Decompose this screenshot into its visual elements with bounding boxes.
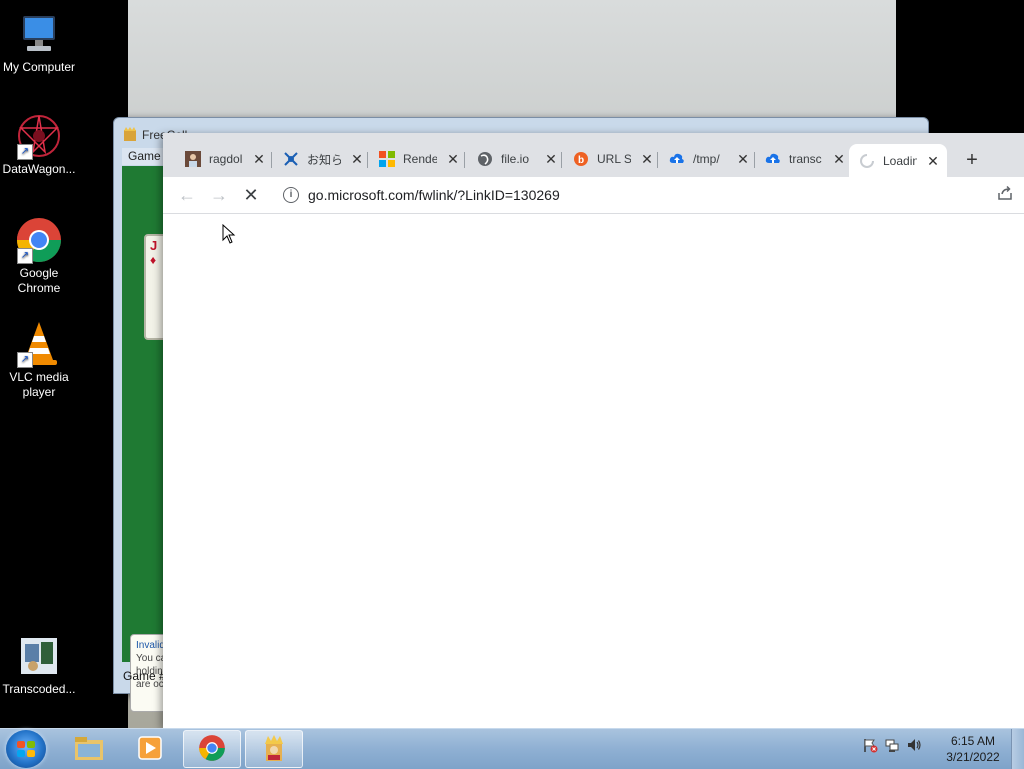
url-text[interactable]: go.microsoft.com/fwlink/?LinkID=130269: [308, 187, 560, 203]
desktop-icon-transcoded[interactable]: Transcoded...: [0, 632, 81, 697]
desktop-icon-datawagon[interactable]: ↗ DataWagon...: [0, 112, 81, 177]
vlc-cone-icon: ↗: [15, 320, 63, 368]
close-icon[interactable]: ✕: [735, 151, 751, 167]
clock-date: 3/21/2022: [946, 750, 1000, 764]
freecell-king-icon: [122, 126, 138, 142]
tab-loading-active[interactable]: Loading ✕: [849, 144, 947, 177]
share-icon[interactable]: [995, 185, 1015, 205]
tab-label: Render: [403, 152, 437, 166]
tab-tmp[interactable]: /tmp/ ✕: [659, 144, 751, 174]
tab-label: Loading: [883, 153, 917, 168]
tab-label: transc: [789, 152, 822, 166]
taskbar-explorer-button[interactable]: [60, 730, 118, 768]
shortcut-arrow-icon: ↗: [17, 248, 33, 264]
tab-strip: ragdoll ✕ お知らせ ✕ Render ✕ file.io ✕ b UR…: [163, 133, 1024, 177]
media-player-icon: [136, 734, 164, 765]
tab-label: お知らせ: [307, 152, 341, 167]
desktop-icon-label: Google Chrome: [17, 266, 61, 295]
browser-toolbar: ← → ✕ i go.microsoft.com/fwlink/?LinkID=…: [163, 177, 1024, 214]
close-icon[interactable]: ✕: [251, 151, 267, 167]
tab-oshirase[interactable]: お知らせ ✕: [273, 144, 365, 174]
datawagon-icon: ↗: [15, 112, 63, 160]
address-bar[interactable]: i go.microsoft.com/fwlink/?LinkID=130269: [275, 181, 1015, 209]
close-icon[interactable]: ✕: [831, 151, 847, 167]
desktop-icon-my-computer[interactable]: My Computer: [0, 10, 81, 75]
close-icon[interactable]: ✕: [543, 151, 559, 167]
cloud-upload-icon: [765, 151, 781, 167]
taskbar-chrome-button[interactable]: [183, 730, 241, 768]
stop-loading-icon[interactable]: ✕: [237, 181, 265, 209]
desktop-icon-label: Transcoded...: [2, 682, 76, 696]
tab-ragdoll[interactable]: ragdoll ✕: [175, 144, 267, 174]
forward-arrow-icon[interactable]: →: [205, 181, 233, 209]
taskbar: 6:15 AM 3/21/2022: [0, 728, 1024, 769]
computer-icon: [15, 10, 63, 58]
new-tab-button[interactable]: +: [958, 146, 986, 174]
shortcut-arrow-icon: ↗: [17, 144, 33, 160]
chrome-icon: [198, 734, 226, 765]
desktop-icon-label: VLC media player: [9, 370, 69, 399]
back-arrow-icon[interactable]: ←: [173, 181, 201, 209]
tab-render[interactable]: Render ✕: [369, 144, 461, 174]
loading-spinner-icon: [859, 153, 875, 169]
start-button[interactable]: [6, 730, 46, 768]
close-icon[interactable]: ✕: [349, 151, 365, 167]
page-content-blank: [163, 214, 1024, 728]
taskbar-clock[interactable]: 6:15 AM 3/21/2022: [940, 733, 1006, 765]
show-desktop-button[interactable]: [1011, 729, 1024, 769]
tab-url-shortener[interactable]: b URL S ✕: [563, 144, 655, 174]
tab-label: /tmp/: [693, 152, 720, 166]
volume-icon[interactable]: [906, 737, 922, 753]
tab-divider: [271, 152, 272, 168]
desktop-icon-google-chrome[interactable]: ↗ Google Chrome: [0, 216, 81, 296]
close-icon[interactable]: ✕: [639, 151, 655, 167]
freecell-king-icon: [260, 733, 288, 766]
taskbar-media-player-button[interactable]: [121, 730, 179, 768]
chrome-window[interactable]: ragdoll ✕ お知らせ ✕ Render ✕ file.io ✕ b UR…: [163, 133, 1024, 728]
transcoded-image-icon: [15, 632, 63, 680]
desktop-icon-label: DataWagon...: [2, 162, 76, 176]
menu-game-label: Game: [128, 149, 161, 163]
tab-label: file.io: [501, 152, 530, 166]
system-tray: [862, 737, 922, 753]
mouse-cursor-icon: [222, 223, 236, 247]
chrome-icon: ↗: [15, 216, 63, 264]
tab-divider: [464, 152, 465, 168]
network-icon: [283, 151, 299, 167]
tab-label: URL S: [597, 152, 631, 166]
tab-divider: [657, 152, 658, 168]
shortcut-arrow-icon: ↗: [17, 352, 33, 368]
desktop-icon-label: My Computer: [2, 60, 76, 74]
windows-logo-icon: [17, 741, 35, 757]
taskbar-freecell-button[interactable]: [245, 730, 303, 768]
clock-time: 6:15 AM: [950, 734, 996, 748]
microsoft-icon: [379, 151, 395, 167]
tab-file-io[interactable]: file.io ✕: [467, 144, 559, 174]
folder-icon: [73, 734, 105, 765]
tab-divider: [367, 152, 368, 168]
info-icon[interactable]: i: [283, 187, 299, 203]
network-icon[interactable]: [884, 737, 900, 753]
bitly-icon: b: [573, 151, 589, 167]
avatar-icon: [185, 151, 201, 167]
globe-icon: [477, 151, 493, 167]
desktop-icon-vlc[interactable]: ↗ VLC media player: [0, 320, 81, 400]
close-icon[interactable]: ✕: [925, 153, 941, 169]
action-center-flag-icon[interactable]: [862, 737, 878, 753]
close-icon[interactable]: ✕: [445, 151, 461, 167]
tab-label: ragdoll: [209, 152, 243, 166]
svg-text:b: b: [578, 155, 584, 166]
tab-divider: [561, 152, 562, 168]
tab-transcoded[interactable]: transc ✕: [755, 144, 847, 174]
cloud-upload-icon: [669, 151, 685, 167]
